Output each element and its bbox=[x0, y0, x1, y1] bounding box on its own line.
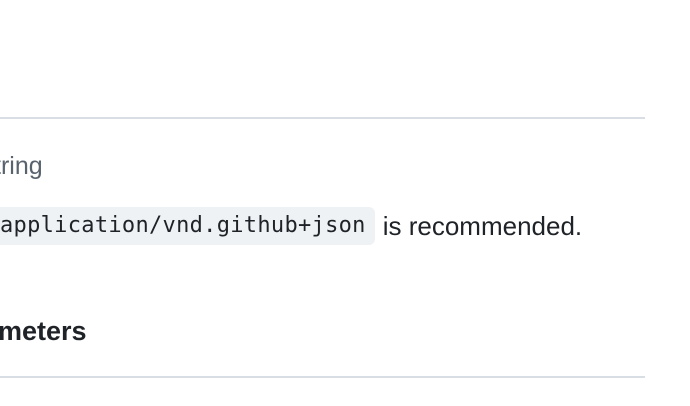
divider-top bbox=[0, 117, 645, 119]
param-type: tring bbox=[0, 152, 43, 180]
inline-code: application/vnd.github+json bbox=[0, 207, 375, 245]
section-heading: meters bbox=[0, 316, 87, 346]
divider-bottom bbox=[0, 376, 645, 378]
param-description: application/vnd.github+json is recommend… bbox=[0, 207, 582, 245]
docs-page: tring application/vnd.github+json is rec… bbox=[0, 0, 690, 406]
param-description-text: is recommended. bbox=[382, 211, 583, 241]
